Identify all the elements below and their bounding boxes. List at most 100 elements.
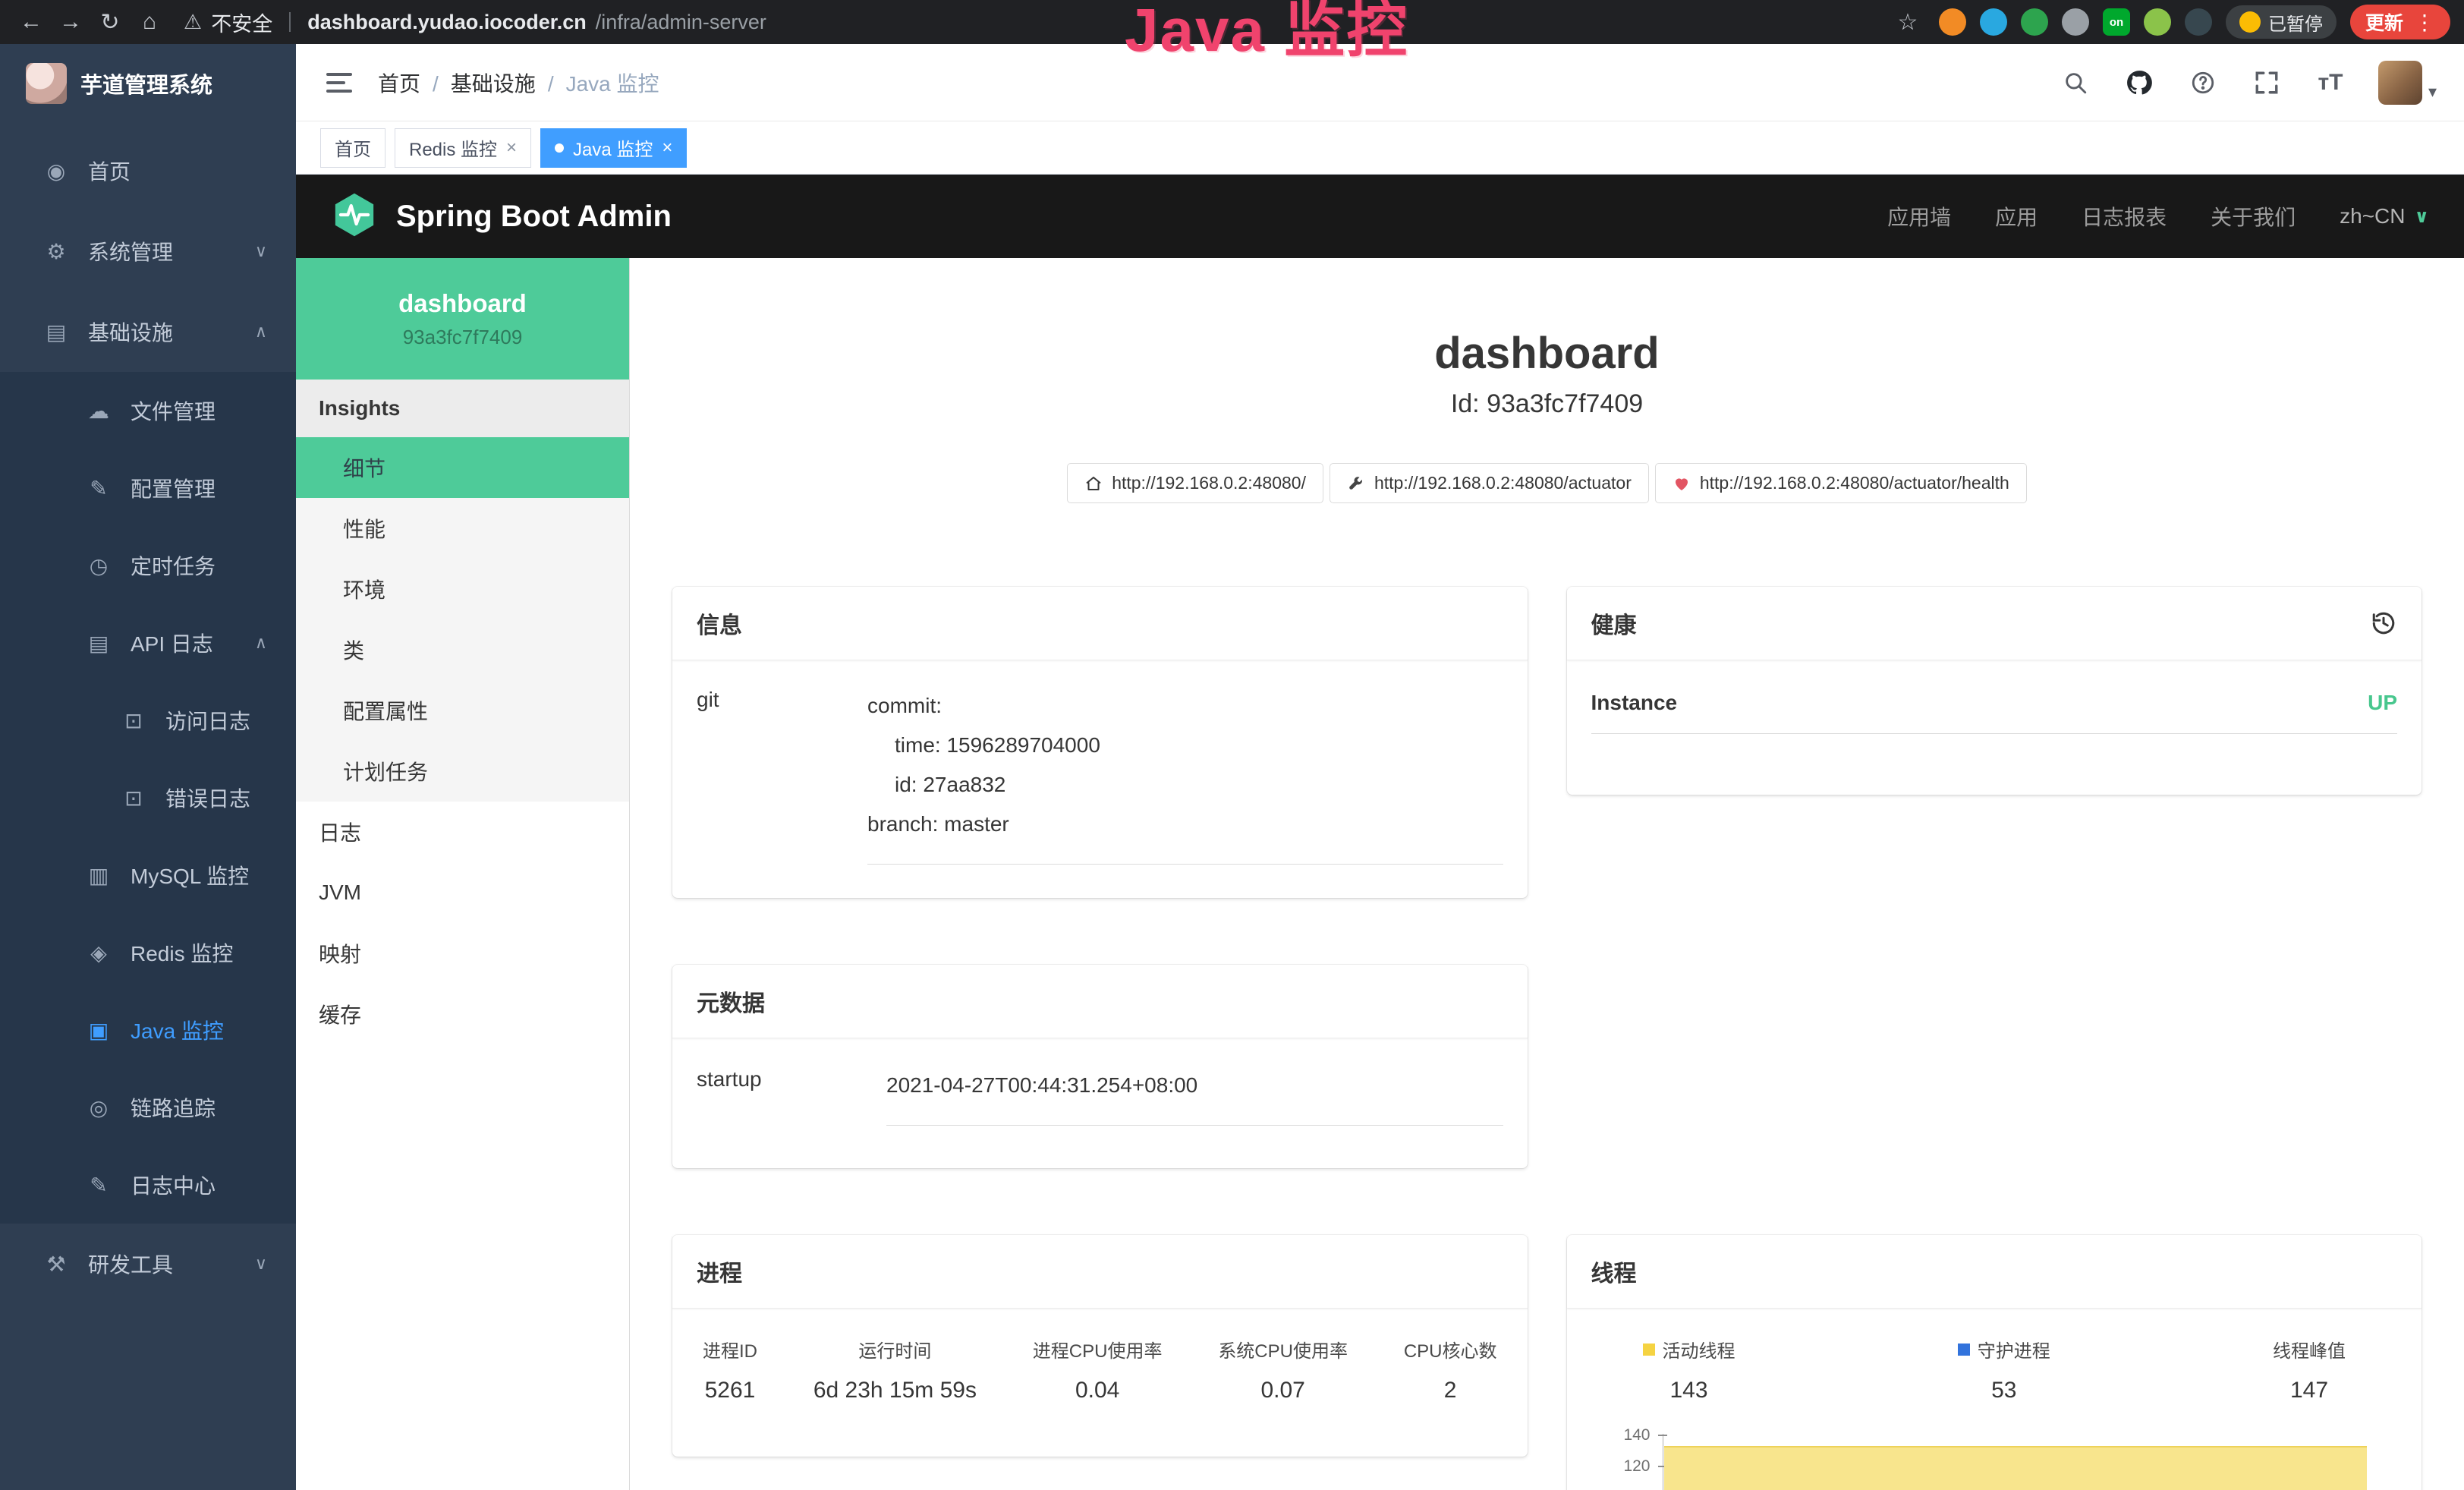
extension-on-icon[interactable]: on <box>2103 8 2130 36</box>
live-threads-area <box>1664 1446 2368 1490</box>
instance-link-health[interactable]: http://192.168.0.2:48080/actuator/health <box>1655 463 2027 503</box>
extension-icon-6[interactable] <box>2144 8 2171 36</box>
sidebar-item-access-logs[interactable]: ⊡ 访问日志 <box>0 682 296 759</box>
paused-badge[interactable]: 已暂停 <box>2226 5 2337 39</box>
sidebar-item-system-management[interactable]: ⚙ 系统管理 ∨ <box>0 211 296 291</box>
gear-icon: ⚙ <box>42 239 70 264</box>
help-icon[interactable] <box>2187 67 2219 99</box>
smiley-icon <box>2239 11 2261 33</box>
text-size-icon[interactable]: тT <box>2315 67 2346 99</box>
sba-nav-config-properties[interactable]: 配置属性 <box>296 680 629 741</box>
sidebar-item-label: 系统管理 <box>88 236 173 266</box>
instance-link-label: http://192.168.0.2:48080/ <box>1112 473 1306 493</box>
extension-icon-4[interactable] <box>2062 8 2089 36</box>
tab-java-monitor[interactable]: Java 监控 × <box>540 128 687 168</box>
live-threads-swatch <box>1643 1344 1655 1356</box>
sidebar-item-error-logs[interactable]: ⊡ 错误日志 <box>0 759 296 836</box>
sba-nav-scheduled-tasks[interactable]: 计划任务 <box>296 741 629 802</box>
threads-card: 线程 活动线程 143 <box>1567 1235 2422 1490</box>
sba-nav-jvm[interactable]: JVM <box>296 862 629 923</box>
tab-redis-monitor[interactable]: Redis 监控 × <box>395 128 531 168</box>
metric-system-cpu: 系统CPU使用率 0.07 <box>1218 1336 1348 1403</box>
sba-nav-logs[interactable]: 日志 <box>296 802 629 862</box>
not-secure-icon[interactable]: ⚠ <box>184 11 202 34</box>
metric-peak-threads: 线程峰值 147 <box>2273 1336 2346 1403</box>
address-bar[interactable]: ⚠ 不安全 dashboard.yudao.iocoder.cn/infra/a… <box>184 8 766 37</box>
tab-home[interactable]: 首页 <box>320 128 385 168</box>
github-icon[interactable] <box>2123 67 2155 99</box>
instance-header[interactable]: dashboard 93a3fc7f7409 <box>296 258 629 380</box>
sidebar-item-redis-monitor[interactable]: ◈ Redis 监控 <box>0 914 296 991</box>
sba-nav-caches[interactable]: 缓存 <box>296 984 629 1044</box>
tick-mark <box>1658 1435 1667 1436</box>
breadcrumb-home[interactable]: 首页 <box>378 68 420 98</box>
history-icon[interactable] <box>2370 610 2397 637</box>
sidebar-item-label: 基础设施 <box>88 317 173 347</box>
close-tab-icon[interactable]: × <box>506 137 517 159</box>
sidebar-item-label: 研发工具 <box>88 1249 173 1279</box>
extension-icon-1[interactable] <box>1939 8 1966 36</box>
sba-nav-about[interactable]: 关于我们 <box>2211 201 2296 232</box>
metric-label: 运行时间 <box>813 1336 977 1362</box>
app-logo-row[interactable]: 芋道管理系统 <box>0 44 296 123</box>
sidebar-item-label: MySQL 监控 <box>131 860 249 890</box>
sidebar-item-config-management[interactable]: ✎ 配置管理 <box>0 449 296 527</box>
user-avatar-menu[interactable]: ▾ <box>2378 61 2437 105</box>
hamburger-icon[interactable] <box>323 67 355 99</box>
sidebar-item-log-center[interactable]: ✎ 日志中心 <box>0 1146 296 1224</box>
breadcrumb-infrastructure[interactable]: 基础设施 <box>420 68 536 98</box>
sidebar-item-home[interactable]: ◉ 首页 <box>0 131 296 211</box>
instance-link-actuator[interactable]: http://192.168.0.2:48080/actuator <box>1330 463 1649 503</box>
search-icon[interactable] <box>2060 67 2091 99</box>
metadata-card-title: 元数据 <box>672 965 1528 1038</box>
sidebar-item-label: 链路追踪 <box>131 1092 216 1123</box>
sidebar-item-label: Java 监控 <box>131 1015 224 1045</box>
sidebar-item-api-logs[interactable]: ▤ API 日志 ∧ <box>0 604 296 682</box>
app-main: 首页 基础设施 Java 监控 <box>296 44 2464 1490</box>
forward-icon[interactable]: → <box>53 5 88 39</box>
sidebar-item-scheduled-tasks[interactable]: ◷ 定时任务 <box>0 527 296 604</box>
update-button[interactable]: 更新 ⋮ <box>2350 5 2450 39</box>
browser-home-icon[interactable]: ⌂ <box>132 5 167 39</box>
close-tab-icon[interactable]: × <box>662 137 672 159</box>
sidebar-item-file-management[interactable]: ☁ 文件管理 <box>0 372 296 449</box>
not-secure-label: 不安全 <box>211 8 272 37</box>
sidebar-item-mysql-monitor[interactable]: ▥ MySQL 监控 <box>0 836 296 914</box>
bookmark-star-icon[interactable]: ☆ <box>1890 5 1925 39</box>
sba-nav-performance[interactable]: 性能 <box>296 498 629 559</box>
locale-selector[interactable]: zh~CN ∨ <box>2340 204 2429 228</box>
extension-icon-3[interactable] <box>2021 8 2048 36</box>
info-value: commit: time: 1596289704000 id: 27aa832 … <box>867 686 1503 865</box>
trace-icon: ◎ <box>85 1095 112 1120</box>
info-card-body: git commit: time: 1596289704000 id: 27aa… <box>672 660 1528 898</box>
sba-nav-applications[interactable]: 应用 <box>1995 201 2038 232</box>
chevron-up-icon: ∧ <box>255 322 267 342</box>
sidebar-item-java-monitor[interactable]: ▣ Java 监控 <box>0 991 296 1069</box>
sba-nav-wallboard[interactable]: 应用墙 <box>1887 201 1951 232</box>
extension-icon-2[interactable] <box>1980 8 2007 36</box>
instance-link-root[interactable]: http://192.168.0.2:48080/ <box>1067 463 1323 503</box>
reload-icon[interactable]: ↻ <box>93 5 127 39</box>
sba-brand[interactable]: Spring Boot Admin <box>396 200 672 234</box>
sidebar-item-label: 文件管理 <box>131 395 216 426</box>
fullscreen-icon[interactable] <box>2251 67 2283 99</box>
sba-nav-journal[interactable]: 日志报表 <box>2082 201 2167 232</box>
extension-icon-7[interactable] <box>2185 8 2212 36</box>
sidebar-item-infrastructure[interactable]: ▤ 基础设施 ∧ <box>0 291 296 372</box>
daemon-threads-swatch <box>1958 1344 1970 1356</box>
sba-nav-classes[interactable]: 类 <box>296 619 629 680</box>
process-card: 进程 进程ID 5261 运行时间 <box>672 1235 1528 1457</box>
chrome-menu-icon[interactable]: ⋮ <box>2414 10 2435 35</box>
sba-insights-list: 细节 性能 环境 类 配置属性 计划任务 <box>296 437 629 802</box>
sba-nav-environment[interactable]: 环境 <box>296 559 629 619</box>
sba-nav-details[interactable]: 细节 <box>296 437 629 498</box>
health-row-instance[interactable]: Instance UP <box>1591 691 2398 734</box>
sba-header: Spring Boot Admin 应用墙 应用 日志报表 关于我们 zh~CN… <box>296 175 2464 258</box>
sba-nav-mappings[interactable]: 映射 <box>296 923 629 984</box>
sidebar-item-label: 定时任务 <box>131 550 216 581</box>
back-icon[interactable]: ← <box>14 5 49 39</box>
instance-id: 93a3fc7f7409 <box>403 326 523 349</box>
sidebar-item-tracing[interactable]: ◎ 链路追踪 <box>0 1069 296 1146</box>
java-monitor-icon: ▣ <box>85 1018 112 1043</box>
sidebar-item-dev-tools[interactable]: ⚒ 研发工具 ∨ <box>0 1224 296 1304</box>
